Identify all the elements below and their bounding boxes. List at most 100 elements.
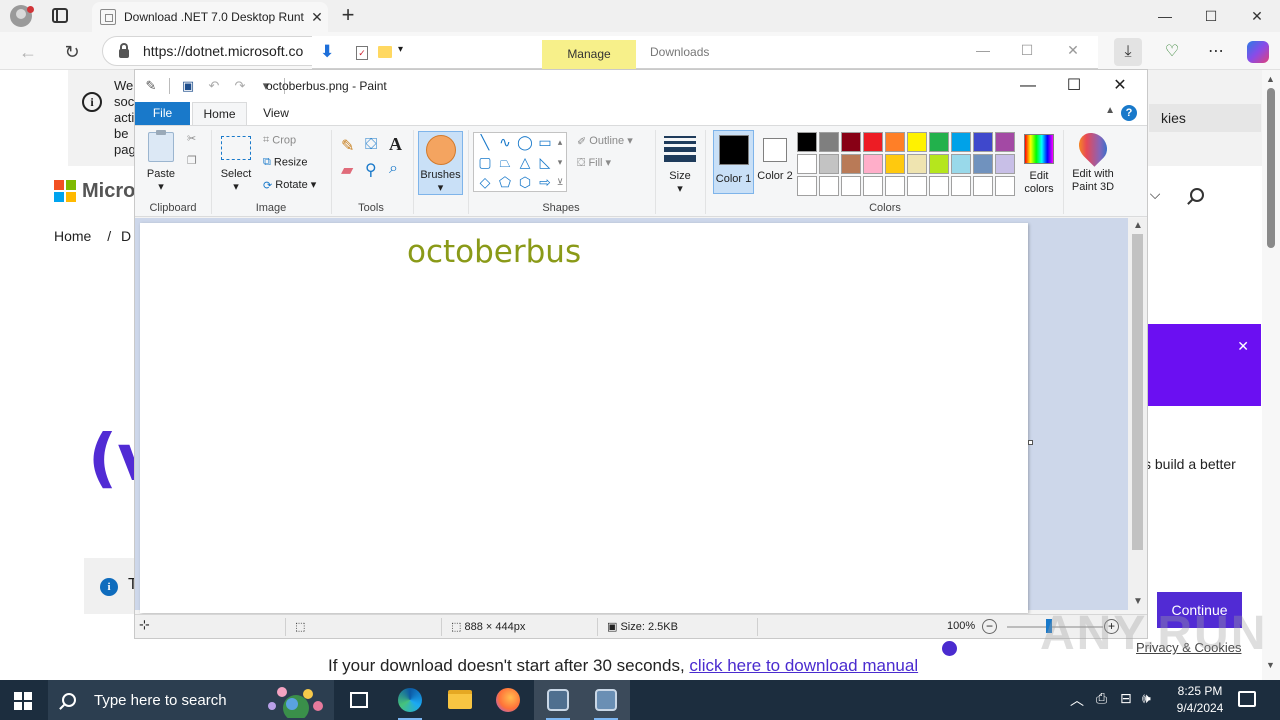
browser-essentials-icon[interactable]: ♡: [1158, 38, 1186, 66]
address-bar[interactable]: https://dotnet.microsoft.co: [102, 36, 342, 66]
file-menu-tab[interactable]: File: [135, 102, 190, 125]
chevron-down-icon[interactable]: ▾: [398, 44, 403, 55]
size-button[interactable]: Size ▾: [661, 132, 699, 196]
rotate-button[interactable]: ⟳ Rotate ▾: [263, 178, 316, 192]
oval-shape-icon[interactable]: ◯: [516, 133, 534, 151]
fill-bucket-icon[interactable]: ⛋: [365, 136, 377, 154]
palette-swatch[interactable]: [951, 132, 971, 152]
downloads-close-button[interactable]: ✕: [1050, 42, 1096, 59]
palette-swatch[interactable]: [929, 154, 949, 174]
palette-swatch[interactable]: [841, 176, 861, 196]
scroll-up-icon[interactable]: ▴: [554, 133, 566, 151]
task-view-icon[interactable]: [350, 692, 368, 708]
copilot-button[interactable]: [1244, 38, 1272, 66]
palette-swatch[interactable]: [841, 132, 861, 152]
polygon-shape-icon[interactable]: ⏢: [496, 153, 514, 171]
network-adapter-icon[interactable]: ⎙: [1096, 690, 1107, 707]
brushes-button[interactable]: Brushes ▾: [418, 131, 463, 195]
taskbar-edge[interactable]: [386, 680, 434, 720]
start-button[interactable]: [14, 692, 32, 710]
tab-close-icon[interactable]: ✕: [306, 9, 328, 26]
manage-tab[interactable]: Manage: [542, 40, 636, 69]
paint-app-icon[interactable]: ✎: [143, 78, 159, 94]
palette-swatch[interactable]: [951, 154, 971, 174]
new-tab-button[interactable]: +: [336, 4, 360, 28]
palette-swatch[interactable]: [885, 132, 905, 152]
palette-swatch[interactable]: [819, 154, 839, 174]
palette-swatch[interactable]: [797, 176, 817, 196]
more-options-button[interactable]: ⋯: [1202, 38, 1230, 66]
zoom-out-button[interactable]: −: [982, 619, 997, 634]
resize-button[interactable]: ⧉ Resize: [263, 156, 308, 169]
undo-icon[interactable]: ↶: [206, 78, 222, 94]
triangle-shape-icon[interactable]: △: [516, 153, 534, 171]
folder-icon[interactable]: [378, 46, 392, 58]
checklist-icon[interactable]: ✓: [356, 46, 368, 60]
select-button[interactable]: Select ▾: [217, 132, 255, 194]
palette-swatch[interactable]: [995, 154, 1015, 174]
redo-icon[interactable]: ↷: [232, 78, 248, 94]
browser-close-button[interactable]: ✕: [1234, 4, 1280, 28]
downloads-maximize-button[interactable]: ☐: [1004, 42, 1050, 59]
outline-button[interactable]: ✐ Outline ▾: [577, 134, 633, 148]
magnifier-icon[interactable]: ⌕: [389, 160, 398, 178]
manual-download-link[interactable]: click here to download manual: [689, 656, 918, 675]
palette-swatch[interactable]: [907, 154, 927, 174]
home-tab[interactable]: Home: [192, 102, 247, 125]
breadcrumb-next-link[interactable]: D: [121, 228, 131, 244]
palette-swatch[interactable]: [973, 176, 993, 196]
page-scrollbar[interactable]: ▲ ▼: [1262, 70, 1280, 680]
taskbar-firefox[interactable]: [484, 680, 532, 720]
scroll-down-icon[interactable]: ▾: [554, 153, 566, 171]
palette-swatch[interactable]: [863, 132, 883, 152]
canvas-scroll-thumb[interactable]: [1132, 234, 1143, 550]
palette-swatch[interactable]: [863, 154, 883, 174]
palette-swatch[interactable]: [995, 176, 1015, 196]
tab-actions-icon[interactable]: [52, 8, 68, 23]
crop-button[interactable]: ⌗ Crop: [263, 134, 296, 147]
curve-shape-icon[interactable]: ∿: [496, 133, 514, 151]
palette-swatch[interactable]: [797, 132, 817, 152]
palette-swatch[interactable]: [819, 132, 839, 152]
right-triangle-shape-icon[interactable]: ◺: [536, 153, 554, 171]
browser-minimize-button[interactable]: —: [1142, 4, 1188, 28]
help-icon[interactable]: ?: [1121, 105, 1137, 121]
canvas-scrollbar[interactable]: ▲ ▼: [1128, 218, 1147, 610]
browser-tab-active[interactable]: Download .NET 7.0 Desktop Runt ✕: [92, 2, 328, 32]
palette-swatch[interactable]: [885, 176, 905, 196]
downloads-minimize-button[interactable]: —: [960, 42, 1006, 58]
pentagon-shape-icon[interactable]: ⬠: [496, 173, 514, 191]
notifications-icon[interactable]: [1238, 691, 1256, 707]
palette-swatch[interactable]: [885, 154, 905, 174]
palette-swatch[interactable]: [863, 176, 883, 196]
back-button[interactable]: ←: [16, 40, 40, 64]
system-clock[interactable]: 8:25 PM 9/4/2024: [1172, 683, 1228, 717]
volume-icon[interactable]: 🕪: [1142, 690, 1151, 707]
resize-handle[interactable]: [1028, 440, 1033, 445]
microsoft-logo-icon[interactable]: [54, 180, 76, 202]
manage-cookies-button[interactable]: kies: [1149, 104, 1261, 132]
paint-minimize-button[interactable]: —: [1005, 74, 1051, 98]
copy-icon[interactable]: ❐: [187, 154, 197, 167]
palette-swatch[interactable]: [907, 176, 927, 196]
palette-swatch[interactable]: [797, 154, 817, 174]
paint-close-button[interactable]: ✕: [1097, 74, 1143, 98]
eraser-icon[interactable]: ▰: [341, 160, 353, 180]
palette-swatch[interactable]: [929, 132, 949, 152]
site-search-icon[interactable]: [1190, 188, 1204, 202]
edit-colors-button[interactable]: Edit colors: [1019, 130, 1059, 196]
downloads-button[interactable]: ⤓: [1114, 38, 1142, 66]
palette-swatch[interactable]: [907, 132, 927, 152]
cut-icon[interactable]: ✂: [187, 132, 196, 145]
collapse-ribbon-icon[interactable]: ▲: [1105, 105, 1115, 116]
diamond-shape-icon[interactable]: ◇: [476, 173, 494, 191]
color2-button[interactable]: Color 2: [757, 130, 793, 194]
fill-button[interactable]: ⛋ Fill ▾: [577, 156, 611, 170]
save-icon[interactable]: ▣: [180, 78, 196, 94]
paint-maximize-button[interactable]: ☐: [1051, 74, 1097, 98]
hexagon-shape-icon[interactable]: ⬡: [516, 173, 534, 191]
shapes-gallery[interactable]: ╲ ∿ ◯ ▭ ▢ ⏢ △ ◺ ◇ ⬠ ⬡ ⇨ ▴ ▾ ⊻: [473, 132, 567, 192]
color1-button[interactable]: Color 1: [713, 130, 754, 194]
drawing-canvas[interactable]: octoberbus: [140, 223, 1028, 613]
text-tool-icon[interactable]: A: [389, 134, 402, 155]
